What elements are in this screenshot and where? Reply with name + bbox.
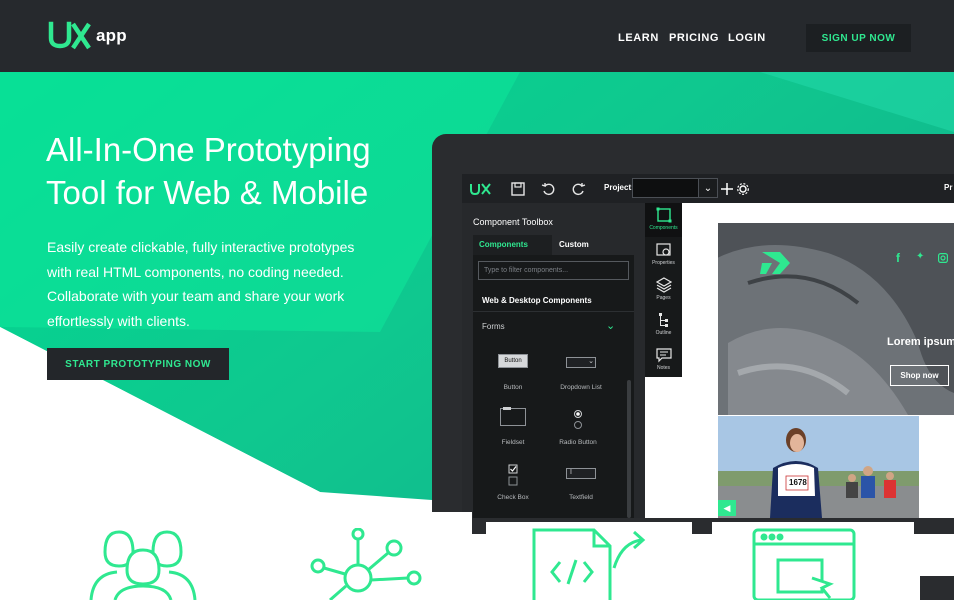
- app-toolbar: Project: ⌄ Pr: [462, 174, 954, 203]
- chevron-down-icon: ⌄: [588, 358, 594, 365]
- component-filter-input[interactable]: Type to filter components...: [478, 261, 629, 280]
- save-icon[interactable]: [509, 180, 527, 198]
- button-component-preview[interactable]: Button: [498, 354, 528, 368]
- dropdown-component-preview[interactable]: ⌄: [566, 357, 596, 368]
- preview-label-clipped[interactable]: Pr: [944, 183, 952, 192]
- toolbox-title: Component Toolbox: [473, 217, 553, 227]
- properties-gear-icon: [655, 243, 671, 256]
- hero-title-line2: Tool for Web & Mobile: [46, 174, 369, 211]
- textfield-component-label: Textfield: [569, 494, 593, 501]
- logo-wordmark: app: [96, 26, 127, 45]
- instagram-icon[interactable]: [938, 253, 948, 263]
- sidebar-label-components: Components: [649, 225, 678, 231]
- text-cursor-icon: I: [570, 469, 572, 476]
- radio-component-label: Radio Button: [559, 439, 597, 446]
- canvas-headline: Lorem ipsum dolor: [887, 336, 954, 348]
- sidebar-item-outline[interactable]: Outline: [645, 308, 682, 342]
- undo-icon[interactable]: [539, 180, 557, 198]
- sidebar-label-outline: Outline: [655, 330, 672, 336]
- feature-card-components[interactable]: [262, 512, 472, 600]
- hero-title-line1: All-In-One Prototyping: [46, 131, 371, 168]
- network-nodes-icon: [310, 528, 422, 600]
- hero-desc-line3: Collaborate with your team and share you…: [47, 288, 345, 304]
- sidebar-item-properties[interactable]: Properties: [645, 238, 682, 272]
- hero-desc-line1: Easily create clickable, fully interacti…: [47, 239, 355, 255]
- facebook-icon[interactable]: f: [896, 251, 900, 265]
- tab-custom[interactable]: Custom: [559, 235, 631, 255]
- ux-small-logo-icon: [470, 183, 491, 195]
- checkbox-component-preview[interactable]: [508, 464, 518, 491]
- chevron-down-icon[interactable]: ⌄: [606, 319, 615, 332]
- project-label: Project:: [604, 183, 634, 192]
- sidebar-label-properties: Properties: [652, 260, 675, 266]
- feature-card-html-code[interactable]: [486, 522, 692, 600]
- hero-title: All-In-One Prototyping Tool for Web & Mo…: [46, 128, 426, 214]
- redo-icon[interactable]: [570, 180, 588, 198]
- hero-shoe-image: f ✦ Lorem ipsum dolor Shop now: [718, 223, 954, 415]
- checkbox-component-label: Check Box: [497, 494, 529, 501]
- app-screenshot: Project: ⌄ Pr Component Toolbox Componen…: [462, 174, 954, 518]
- ux-logo-mark-icon: [48, 21, 91, 50]
- gear-icon[interactable]: [734, 180, 752, 198]
- outline-tree-icon: [658, 313, 668, 327]
- tab-components[interactable]: Components: [473, 235, 552, 255]
- start-prototyping-button[interactable]: START PROTOTYPING NOW: [47, 348, 229, 380]
- chevron-brand-icon: [760, 252, 790, 274]
- runner-photo: 1678: [718, 416, 919, 518]
- sidebar-label-notes: Notes: [656, 365, 671, 371]
- app-sidebar: Components Properties Pages Outline Note…: [645, 203, 682, 377]
- twitter-icon[interactable]: ✦: [916, 251, 924, 262]
- hero-description: Easily create clickable, fully interacti…: [47, 235, 392, 333]
- feature-card-collaboration[interactable]: [35, 512, 255, 600]
- hero-desc-line2: with real HTML components, no coding nee…: [47, 263, 344, 280]
- textfield-component-preview[interactable]: I: [566, 468, 596, 479]
- laptop-base-edge: [920, 576, 954, 600]
- notes-comment-icon: [655, 348, 672, 363]
- uxapp-logo[interactable]: app: [48, 20, 127, 52]
- components-icon: [656, 207, 671, 223]
- feature-card-interactive[interactable]: [712, 522, 914, 600]
- toolbox-content: Type to filter components... Web & Deskt…: [473, 255, 634, 518]
- button-component-label: Button: [503, 384, 523, 391]
- fieldset-component-preview[interactable]: [500, 407, 526, 426]
- code-document-icon: [532, 528, 646, 600]
- nav-login-link[interactable]: LOGIN: [728, 32, 766, 44]
- sidebar-item-components[interactable]: Components: [645, 203, 682, 237]
- hero-desc-line4: effortlessly with clients.: [47, 312, 190, 329]
- carousel-prev-arrow-icon[interactable]: ◀: [718, 500, 736, 516]
- top-navigation-bar: app LEARN PRICING LOGIN SIGN UP NOW: [0, 0, 954, 72]
- team-users-icon: [89, 530, 197, 600]
- nav-learn-link[interactable]: LEARN: [618, 32, 659, 44]
- browser-click-icon: [752, 528, 856, 600]
- section-web-desktop-components[interactable]: Web & Desktop Components: [473, 290, 634, 312]
- chevron-down-icon[interactable]: ⌄: [698, 178, 718, 198]
- sidebar-label-pages: Pages: [656, 295, 671, 301]
- nav-pricing-link[interactable]: PRICING: [669, 32, 719, 44]
- sidebar-item-pages[interactable]: Pages: [645, 273, 682, 307]
- pages-layers-icon: [655, 277, 672, 293]
- app-logo[interactable]: [470, 180, 492, 198]
- component-toolbox-panel: Component Toolbox Components Custom Type…: [462, 203, 645, 518]
- group-forms[interactable]: Forms: [482, 322, 505, 331]
- marathon-runners-image: [718, 416, 919, 518]
- design-canvas[interactable]: f ✦ Lorem ipsum dolor Shop now: [682, 203, 954, 518]
- shop-now-button[interactable]: Shop now: [890, 365, 949, 386]
- fieldset-component-label: Fieldset: [501, 439, 525, 446]
- fieldset-legend-mark: [503, 407, 511, 410]
- radio-component-preview[interactable]: [573, 409, 583, 436]
- dropdown-component-label: Dropdown List: [560, 384, 602, 391]
- sidebar-item-notes[interactable]: Notes: [645, 343, 682, 377]
- toolbox-scrollbar[interactable]: [627, 380, 631, 518]
- sign-up-button[interactable]: SIGN UP NOW: [806, 24, 911, 52]
- runner-bib-number: 1678: [789, 478, 807, 487]
